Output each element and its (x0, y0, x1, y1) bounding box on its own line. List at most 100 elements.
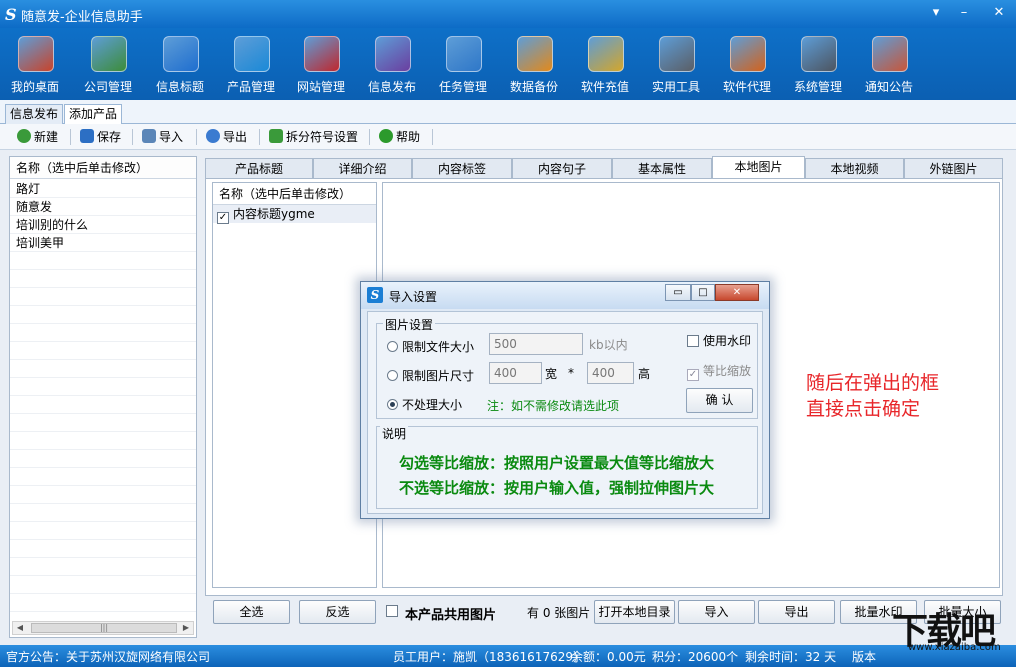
radio-circle-selected (387, 399, 398, 410)
dialog-title: 导入设置 (389, 290, 438, 304)
toolbar-button-document[interactable]: 公司管理 (73, 28, 143, 100)
toolbar-button-label: 网站管理 (296, 80, 345, 94)
dialog-close-button[interactable]: ✕ (715, 284, 759, 301)
toolbar-button-info[interactable]: 信息标题 (145, 28, 215, 100)
limit-file-size-radio[interactable]: 限制文件大小 (387, 338, 474, 355)
minimize-button[interactable]: – (953, 2, 975, 24)
toolbar-button-coins[interactable]: 软件充值 (570, 28, 640, 100)
list-item[interactable]: 培训别的什么 (10, 216, 196, 234)
site-watermark: 下载吧 www.xiazaiba.com (878, 602, 1016, 662)
proportional-scale-checkbox[interactable]: ✓ 等比缩放 (687, 362, 751, 381)
invert-selection-button[interactable]: 反选 (299, 600, 376, 624)
empty-row (10, 378, 196, 396)
save-button-label: 保存 (97, 130, 122, 144)
export-images-button[interactable]: 导出 (758, 600, 835, 624)
save-icon (80, 129, 94, 143)
radio-circle (387, 341, 398, 352)
toolbar-button-tools[interactable]: 实用工具 (641, 28, 711, 100)
toolbar-button-gift[interactable]: 软件代理 (712, 28, 782, 100)
toolbar-button-home[interactable]: 我的桌面 (0, 28, 70, 100)
tab-add-product[interactable]: 添加产品 (64, 104, 123, 125)
toolbar-button-gear[interactable]: 系统管理 (783, 28, 853, 100)
home-icon (18, 36, 54, 72)
image-settings-group: 图片设置 限制文件大小 500 kb以内 限制图片尺寸 400 宽 * 400 … (376, 316, 758, 419)
empty-row (10, 252, 196, 270)
empty-row (10, 504, 196, 522)
tab-1[interactable]: 详细介绍 (313, 158, 412, 178)
toolbar-button-magic-wand[interactable]: 信息发布 (357, 28, 427, 100)
sub-toolbar: 新建 保存 导入 导出 拆分符号设置 帮助 (0, 124, 1016, 150)
height-input[interactable]: 400 (587, 362, 634, 384)
open-local-directory-button[interactable]: 打开本地目录 (594, 600, 675, 624)
toolbar-button-building[interactable]: 网站管理 (286, 28, 356, 100)
empty-row (10, 540, 196, 558)
empty-row (10, 360, 196, 378)
split-symbol-settings-button[interactable]: 拆分符号设置 (269, 128, 358, 146)
notebook-icon (872, 36, 908, 72)
list-item[interactable]: 随意发 (10, 198, 196, 216)
menu-dropdown-button[interactable]: ▾ (925, 2, 947, 24)
empty-row (10, 306, 196, 324)
instruction-annotation: 随后在弹出的框 直接点击确定 (806, 370, 939, 422)
tab-info-publish[interactable]: 信息发布 (5, 104, 64, 124)
share-images-checkbox[interactable] (386, 605, 398, 617)
use-watermark-checkbox[interactable]: 使用水印 (687, 332, 751, 349)
import-images-button[interactable]: 导入 (678, 600, 755, 624)
close-button[interactable]: ✕ (988, 2, 1010, 24)
magic-wand-icon (375, 36, 411, 72)
help-button[interactable]: 帮助 (379, 128, 420, 146)
toolbar-button-bar-chart[interactable]: 任务管理 (428, 28, 498, 100)
tab-2[interactable]: 内容标签 (412, 158, 512, 178)
toolbar-button-label: 软件代理 (722, 80, 771, 94)
new-button[interactable]: 新建 (17, 128, 58, 146)
scroll-left-icon[interactable]: ◀ (13, 622, 27, 634)
toolbar-button-cloud[interactable]: 产品管理 (216, 28, 286, 100)
empty-row (10, 576, 196, 594)
product-list-panel: 名称（选中后单击修改） 路灯 随意发 培训别的什么 培训美甲 ◀ ||| ▶ (9, 156, 197, 638)
select-all-button[interactable]: 全选 (213, 600, 290, 624)
save-button[interactable]: 保存 (80, 128, 121, 146)
window-title: 随意发-企业信息助手 (21, 10, 143, 25)
item-checkbox[interactable]: ✓ (217, 212, 229, 224)
toolbar-button-upload[interactable]: 数据备份 (499, 28, 569, 100)
list-item[interactable]: ✓ 内容标题ygme (213, 205, 376, 224)
scroll-thumb[interactable]: ||| (31, 623, 177, 633)
toolbar-button-label: 软件充值 (580, 80, 629, 94)
watermark-url: www.xiazaiba.com (908, 642, 1001, 653)
checkbox-box: ✓ (687, 369, 699, 381)
tab-7[interactable]: 外链图片 (904, 158, 1003, 178)
import-settings-dialog: S 导入设置 ▭ □ ✕ 图片设置 限制文件大小 500 kb以内 限制图片尺寸… (360, 281, 770, 519)
split-icon (269, 129, 283, 143)
building-icon (304, 36, 340, 72)
toolbar-button-notebook[interactable]: 通知公告 (854, 28, 924, 100)
tab-3[interactable]: 内容句子 (512, 158, 612, 178)
dialog-maximize-button[interactable]: □ (691, 284, 715, 301)
tab-6[interactable]: 本地视频 (805, 158, 904, 178)
tab-0[interactable]: 产品标题 (205, 158, 313, 178)
tab-5[interactable]: 本地图片 (712, 156, 805, 179)
export-button[interactable]: 导出 (206, 128, 247, 146)
dialog-minimize-button[interactable]: ▭ (665, 284, 691, 301)
notice-text[interactable]: 官方公告：关于苏州汉旋网络有限公司 (6, 648, 210, 665)
bar-chart-icon (446, 36, 482, 72)
horizontal-scrollbar[interactable]: ◀ ||| ▶ (12, 621, 194, 635)
limit-image-size-radio[interactable]: 限制图片尺寸 (387, 367, 474, 384)
list-item[interactable]: 培训美甲 (10, 234, 196, 252)
no-resize-radio[interactable]: 不处理大小 (387, 396, 462, 413)
width-input[interactable]: 400 (489, 362, 542, 384)
version: 版本 (852, 650, 877, 664)
new-button-label: 新建 (34, 130, 59, 144)
empty-row (10, 324, 196, 342)
use-watermark-label: 使用水印 (703, 334, 752, 348)
cloud-icon (234, 36, 270, 72)
dialog-body: 图片设置 限制文件大小 500 kb以内 限制图片尺寸 400 宽 * 400 … (367, 311, 763, 514)
list-item[interactable]: 路灯 (10, 180, 196, 198)
import-button[interactable]: 导入 (142, 128, 183, 146)
confirm-button[interactable]: 确 认 (686, 388, 753, 413)
limit-file-size-label: 限制文件大小 (402, 340, 475, 354)
points: 积分：20600个 (652, 650, 739, 664)
product-list-header: 名称（选中后单击修改） (10, 157, 196, 179)
file-size-input[interactable]: 500 (489, 333, 583, 355)
tab-4[interactable]: 基本属性 (612, 158, 712, 178)
scroll-right-icon[interactable]: ▶ (179, 622, 193, 634)
